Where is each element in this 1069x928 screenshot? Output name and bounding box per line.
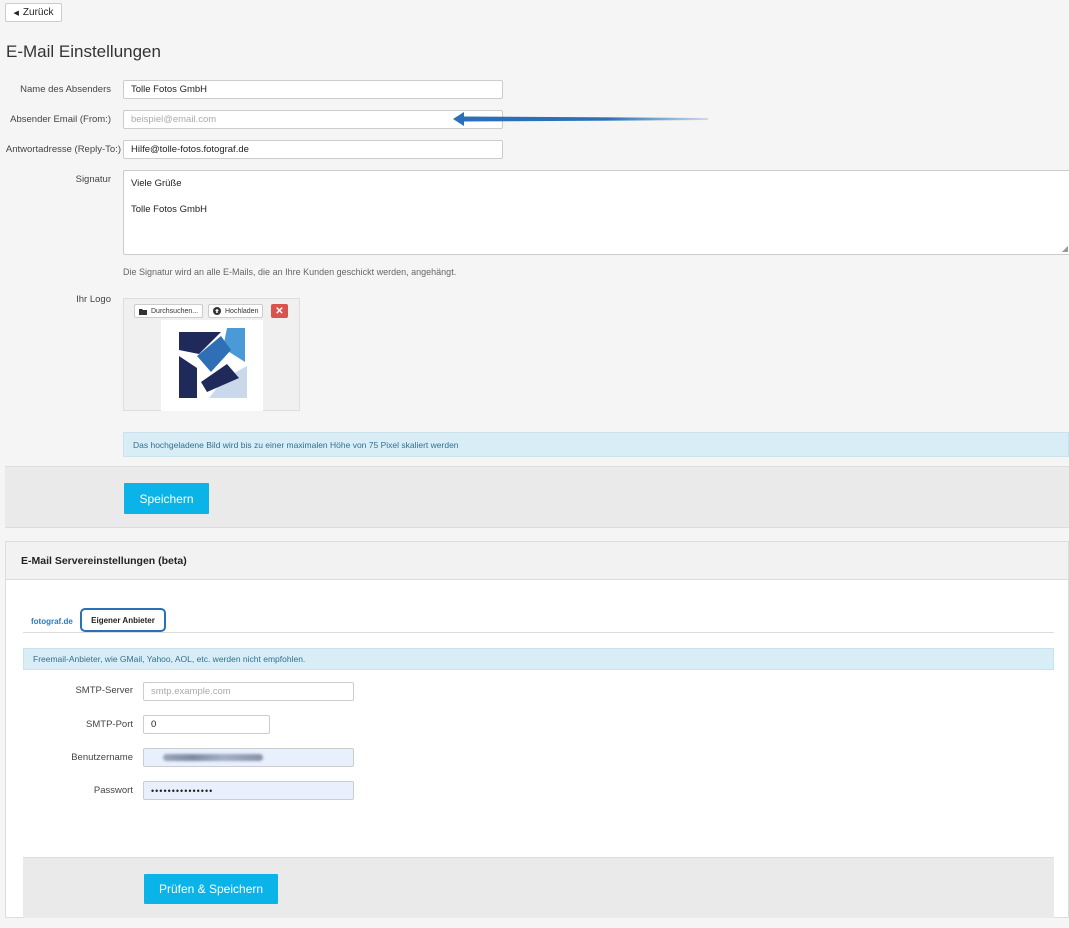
logo-info-box: Das hochgeladene Bild wird bis zu einer … (123, 432, 1069, 457)
smtp-server-input[interactable]: smtp.example.com (143, 682, 354, 701)
sender-email-label: Absender Email (From:) (10, 114, 111, 125)
username-label: Benutzername (71, 752, 133, 763)
back-button-label: Zurück (22, 7, 54, 18)
tab-divider (23, 632, 1054, 633)
reply-to-label: Antwortadresse (Reply-To:) (5, 144, 121, 155)
close-icon: ✕ (275, 305, 284, 317)
server-settings-panel: E-Mail Servereinstellungen (beta) fotogr… (5, 541, 1069, 918)
company-logo (179, 328, 247, 398)
save-button[interactable]: Speichern (124, 483, 209, 514)
signature-line-1: Viele Grüße (131, 178, 182, 189)
sender-name-input[interactable]: Tolle Fotos GmbH (123, 80, 503, 99)
smtp-server-label: SMTP-Server (75, 685, 133, 696)
browse-button-label: Durchsuchen... (151, 307, 199, 315)
smtp-server-placeholder: smtp.example.com (151, 686, 231, 697)
upload-button-label: Hochladen (225, 307, 259, 315)
tab-custom-provider[interactable]: Eigener Anbieter (80, 608, 166, 632)
back-button[interactable]: ◀ Zurück (5, 3, 62, 22)
reply-to-value: Hilfe@tolle-fotos.fotograf.de (131, 144, 249, 155)
page-title: E-Mail Einstellungen (6, 42, 161, 61)
logo-label: Ihr Logo (76, 294, 111, 305)
sender-email-input[interactable]: beispiel@email.com (123, 110, 503, 129)
smtp-port-value: 0 (151, 719, 157, 730)
resize-grip-icon[interactable]: ◢ (1062, 244, 1068, 253)
logo-image (161, 320, 263, 411)
folder-icon (139, 308, 147, 315)
signature-textarea[interactable]: Viele Grüße Tolle Fotos GmbH ◢ (123, 170, 1069, 255)
smtp-port-input[interactable]: 0 (143, 715, 270, 734)
check-and-save-button[interactable]: Prüfen & Speichern (144, 874, 278, 904)
upload-icon (213, 307, 221, 315)
smtp-port-label: SMTP-Port (86, 719, 133, 730)
delete-logo-button[interactable]: ✕ (271, 304, 288, 318)
caret-left-icon: ◀ (13, 9, 19, 17)
password-input[interactable]: ••••••••••••••• (143, 781, 354, 800)
password-label: Passwort (93, 785, 133, 796)
sender-email-placeholder: beispiel@email.com (131, 114, 217, 125)
password-value: ••••••••••••••• (151, 785, 214, 796)
panel-title: E-Mail Servereinstellungen (beta) (6, 542, 1068, 580)
sender-name-label: Name des Absenders (20, 84, 111, 95)
sender-name-value: Tolle Fotos GmbH (131, 84, 208, 95)
reply-to-input[interactable]: Hilfe@tolle-fotos.fotograf.de (123, 140, 503, 159)
upload-button[interactable]: Hochladen (208, 304, 264, 318)
signature-label: Signatur (75, 174, 111, 185)
logo-upload-box: Durchsuchen... Hochladen ✕ (123, 298, 300, 411)
server-save-bar: Prüfen & Speichern (23, 857, 1054, 918)
username-input[interactable] (143, 748, 354, 767)
username-redacted (163, 754, 263, 761)
signature-line-2: Tolle Fotos GmbH (131, 204, 208, 215)
save-bar: Speichern (5, 466, 1069, 528)
annotation-arrow (453, 112, 708, 126)
freemail-info-box: Freemail-Anbieter, wie GMail, Yahoo, AOL… (23, 648, 1054, 670)
signature-hint: Die Signatur wird an alle E-Mails, die a… (123, 267, 457, 277)
browse-button[interactable]: Durchsuchen... (134, 304, 204, 318)
tab-fotograf[interactable]: fotograf.de (31, 617, 73, 626)
